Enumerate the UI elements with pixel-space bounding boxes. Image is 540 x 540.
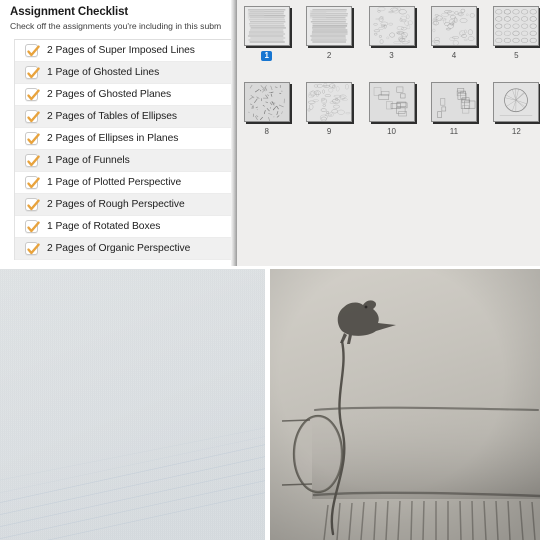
page-thumbnail-10[interactable]: 10 [368,82,415,137]
checklist-item-label: 2 Pages of Tables of Ellipses [47,111,178,122]
checkbox-checked[interactable] [25,220,40,233]
checkbox-checked[interactable] [25,176,40,189]
thumbnail-page-number[interactable]: 12 [509,127,524,137]
page-thumbnail-panel[interactable]: 1 2 3 4 5 8 9 10 11 12 [237,0,540,266]
checklist-item-label: 2 Pages of Rough Perspective [47,199,185,210]
checklist-item-label: 2 Pages of Organic Perspective [47,243,191,254]
checkbox-checked[interactable] [25,66,40,79]
checklist-row[interactable]: 2 Pages of Ghosted Planes [15,84,231,106]
page-thumbnail-1[interactable]: 1 [243,6,290,61]
check-icon [27,177,40,189]
page-thumbnail-8[interactable]: 8 [243,82,290,137]
checkbox-checked[interactable] [25,132,40,145]
word-count-photo-panel: 字数： 275 [0,269,265,540]
page-thumbnail-3[interactable]: 3 [368,6,415,61]
checklist-row[interactable]: 1 Page of Funnels [15,150,231,172]
bird-on-cylinder-drawing [270,269,540,540]
page-thumbnail-12[interactable]: 12 [493,82,540,137]
page-title: Assignment Checklist [10,6,129,18]
check-icon [27,243,40,255]
check-icon [27,221,40,233]
checklist-items-list: 2 Pages of Super Imposed Lines 1 Page of … [14,39,231,260]
thumbnail-page-number[interactable]: 5 [511,51,521,61]
checklist-row[interactable]: 2 Pages of Ellipses in Planes [15,128,231,150]
checklist-row[interactable]: 1 Page of Rotated Boxes [15,216,231,238]
checkbox-checked[interactable] [25,88,40,101]
thumbnail-image[interactable] [243,82,290,122]
checklist-item-label: 2 Pages of Ellipses in Planes [47,133,179,144]
checklist-row[interactable]: 1 Page of Plotted Perspective [15,172,231,194]
checklist-item-label: 1 Page of Ghosted Lines [47,67,160,78]
checkbox-checked[interactable] [25,198,40,211]
checkbox-checked[interactable] [25,154,40,167]
checklist-row[interactable]: 2 Pages of Super Imposed Lines [15,40,231,62]
check-icon [27,155,40,167]
checklist-item-label: 2 Pages of Ghosted Planes [47,89,172,100]
thumbnail-page-number[interactable]: 9 [324,127,334,137]
checklist-item-label: 1 Page of Funnels [47,155,130,166]
checklist-row[interactable]: 2 Pages of Rough Perspective [15,194,231,216]
thumbnail-image[interactable] [430,6,477,46]
thumbnail-image[interactable] [306,82,353,122]
assignment-checklist-panel: Assignment Checklist Check off the assig… [0,0,237,266]
thumbnail-image[interactable] [493,82,540,122]
checklist-item-label: 1 Page of Rotated Boxes [47,221,161,232]
thumbnail-page-number[interactable]: 2 [324,51,334,61]
screenshot-root: Assignment Checklist Check off the assig… [0,0,540,540]
checkbox-checked[interactable] [25,44,40,57]
page-thumbnail-2[interactable]: 2 [305,6,353,61]
pencil-drawing-photo-panel [270,269,540,540]
thumbnail-page-number[interactable]: 4 [449,51,459,61]
check-icon [27,111,40,123]
checklist-subtitle: Check off the assignments you're includi… [10,21,222,31]
thumbnail-image[interactable] [430,82,477,122]
thumbnail-row: 8 9 10 11 12 [237,61,540,137]
thumbnail-image[interactable] [368,6,415,46]
check-icon [27,45,40,57]
check-icon [27,89,40,101]
checkbox-checked[interactable] [25,242,40,255]
thumbnail-row: 1 2 3 4 5 [237,0,540,61]
thumbnail-image[interactable] [368,82,415,122]
checklist-row[interactable]: 2 Pages of Organic Perspective [15,238,231,260]
thumbnail-page-number[interactable]: 10 [384,127,399,137]
checklist-row[interactable]: 1 Page of Ghosted Lines [15,62,231,84]
checklist-header: Assignment Checklist Check off the assig… [0,0,237,35]
checklist-item-label: 2 Pages of Super Imposed Lines [47,45,195,56]
thumbnail-page-number[interactable]: 3 [386,51,396,61]
page-thumbnail-4[interactable]: 4 [430,6,477,61]
page-thumbnail-11[interactable]: 11 [430,82,477,137]
check-icon [27,133,40,145]
checklist-item-label: 1 Page of Plotted Perspective [47,177,182,188]
screen-texture [0,269,265,540]
page-thumbnail-5[interactable]: 5 [493,6,540,61]
check-icon [27,67,40,79]
thumbnail-image[interactable] [306,6,353,46]
check-icon [27,199,40,211]
page-thumbnail-9[interactable]: 9 [305,82,353,137]
thumbnail-page-number[interactable]: 11 [447,127,461,137]
thumbnail-page-number[interactable]: 1 [261,51,272,61]
checkbox-checked[interactable] [25,110,40,123]
thumbnail-page-number[interactable]: 8 [261,127,271,137]
thumbnail-image[interactable] [493,6,540,46]
thumbnail-image[interactable] [243,6,290,46]
checklist-row[interactable]: 2 Pages of Tables of Ellipses [15,106,231,128]
